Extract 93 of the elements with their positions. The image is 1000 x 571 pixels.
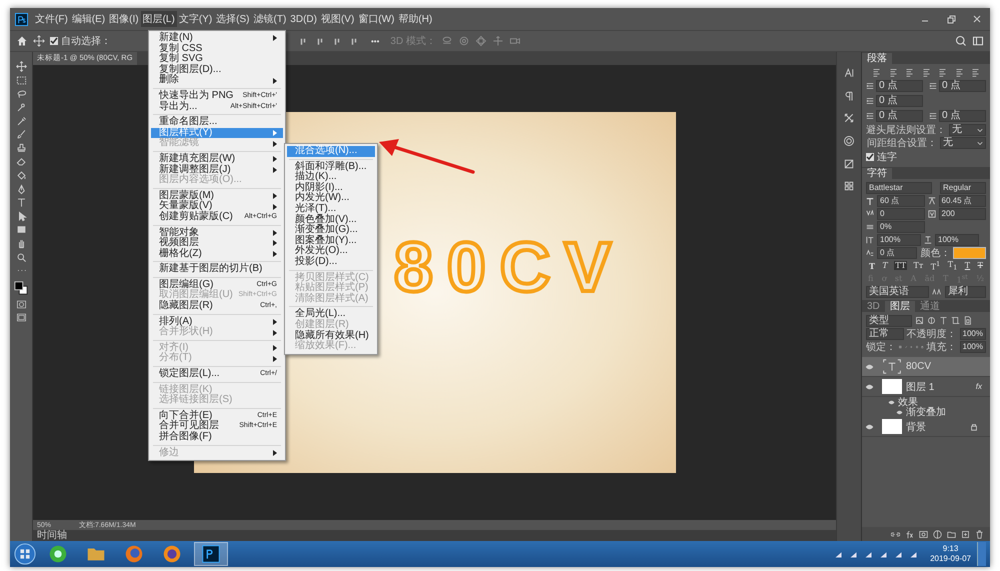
tsume-field[interactable]: 0% — [877, 220, 925, 232]
layer-row[interactable]: 80CV — [862, 357, 990, 377]
menu-item[interactable]: 视频图层 — [151, 238, 283, 249]
vertical-scale-field[interactable]: 100% — [877, 234, 921, 246]
menu-item[interactable]: 排列(A) — [151, 316, 283, 328]
menu-item[interactable]: 复制图层(D)... — [151, 64, 283, 76]
kerning-field[interactable]: 0 — [877, 208, 924, 220]
type-style-button[interactable]: T$_{1}$ — [946, 260, 958, 272]
panel-tab[interactable]: 图层 — [884, 301, 915, 312]
type-style-button[interactable]: T$^{1}$ — [930, 260, 942, 272]
indent-field[interactable]: 0 点 — [876, 80, 923, 92]
panel-tab[interactable]: 段落 — [862, 53, 892, 64]
auto-select-checkbox[interactable]: 自动选择： — [50, 34, 111, 48]
panel-tab[interactable]: 3D — [862, 301, 885, 312]
font-dropdown[interactable]: Battlestar — [866, 182, 932, 194]
effect-row[interactable]: 渐变叠加 — [862, 407, 990, 417]
indent-field[interactable]: 0 点 — [876, 110, 923, 122]
indent-field[interactable]: 0 点 — [939, 110, 986, 122]
color-label: 颜色： — [920, 246, 950, 260]
effects-label: 效果 — [898, 396, 918, 408]
canvas-text: 80CV — [394, 232, 626, 302]
type-style-button[interactable]: T — [976, 261, 984, 270]
menu-item[interactable]: 删除 — [151, 75, 283, 86]
menu-item[interactable]: 新建基于图层的切片(B) — [151, 264, 283, 275]
clock-date: 2019-09-07 — [930, 554, 971, 564]
language-dropdown[interactable]: 美国英语 — [866, 286, 930, 298]
lock-label: 锁定： — [866, 340, 896, 354]
type-style-button[interactable]: T — [868, 260, 876, 270]
menu-item[interactable]: 外发光(O)... — [287, 246, 375, 257]
panel-tab[interactable]: 字符 — [862, 168, 892, 179]
hyphenate-checkbox[interactable]: 连字 — [866, 150, 986, 164]
menu-item[interactable]: 新建(N) — [151, 33, 283, 44]
type-style-button[interactable]: T — [881, 261, 889, 270]
menu-item[interactable]: 栅格化(Z) — [151, 248, 283, 260]
menu-item[interactable]: 拼合图像(F) — [151, 432, 283, 443]
layer-name: 背景 — [906, 420, 926, 434]
menu-item[interactable]: 描边(K)... — [287, 172, 375, 183]
font-style-dropdown[interactable]: Regular — [940, 182, 986, 194]
menu-item[interactable]: 全局光(L)... — [287, 309, 375, 320]
effect-name: 渐变叠加 — [906, 406, 946, 419]
type-style-button[interactable]: T — [964, 261, 972, 270]
opacity-field[interactable]: 100% — [960, 328, 986, 340]
menu-item[interactable]: 复制 SVG — [151, 54, 283, 65]
layer-name: 80CV — [906, 361, 932, 372]
menu-item[interactable]: 光泽(T)... — [287, 204, 375, 215]
fill-label: 填充： — [926, 340, 956, 354]
tracking-field[interactable]: 200 — [938, 208, 986, 220]
clock-time: 9:13 — [942, 544, 958, 554]
indent-field[interactable]: 0 点 — [939, 80, 986, 92]
auto-select-label: 自动选择： — [61, 34, 111, 48]
setting-dropdown[interactable]: 无 — [940, 136, 986, 148]
layer-row[interactable]: 背景 — [862, 417, 990, 437]
setting-dropdown[interactable]: 无 — [949, 124, 986, 136]
menu-bar-item[interactable]: 帮助(H) — [396, 11, 434, 27]
menu-bar-item[interactable]: 编辑(E) — [70, 11, 108, 27]
menu-item[interactable]: 隐藏所有效果(H) — [287, 330, 375, 342]
menu-bar-item[interactable]: 窗口(W) — [356, 11, 396, 27]
menu-bar-item[interactable]: 3D(D) — [288, 12, 319, 26]
antialias-dropdown[interactable]: 犀利 — [944, 286, 986, 298]
menu-item[interactable]: 内发光(W)... — [287, 193, 375, 204]
fx-badge[interactable]: fx — [976, 382, 982, 391]
effects-row[interactable]: 效果 — [862, 397, 990, 407]
menu-bar-item[interactable]: 选择(S) — [214, 11, 252, 27]
layer-name: 图层 1 — [906, 380, 934, 394]
menu-bar-item[interactable]: 视图(V) — [318, 11, 356, 27]
type-style-button[interactable]: Tᴛ — [912, 261, 924, 270]
menu-item[interactable]: 投影(D)... — [287, 256, 375, 268]
menu-bar-item[interactable]: 滤镜(T) — [252, 11, 288, 27]
layer-filter-dropdown[interactable]: 类型 — [866, 314, 912, 326]
layer-row[interactable]: 图层 1 fx — [862, 377, 990, 397]
leading-field[interactable]: 60.45 点 — [938, 194, 986, 206]
menu-bar-item[interactable]: 文字(Y) — [176, 11, 214, 27]
menu-bar-item[interactable]: 图像(I) — [107, 11, 141, 27]
setting-label: 间距组合设置： — [867, 136, 937, 150]
type-style-button[interactable]: TT — [894, 261, 908, 270]
menu-item[interactable]: 矢量蒙版(V) — [151, 201, 283, 212]
blend-mode-dropdown[interactable]: 正常 — [866, 328, 904, 340]
menu-item[interactable]: 重命名图层... — [151, 117, 283, 128]
baseline-field[interactable]: 0 点 — [877, 246, 918, 258]
font-size-field[interactable]: 60 点 — [877, 194, 924, 206]
more-options-button[interactable]: ••• — [371, 36, 380, 46]
horizontal-scale-field[interactable]: 100% — [935, 234, 979, 246]
menu-item[interactable]: 新建填充图层(W) — [151, 154, 283, 165]
indent-field[interactable]: 0 点 — [876, 95, 923, 107]
timeline-tab[interactable]: 时间轴 — [37, 530, 67, 541]
panel-tab[interactable]: 通道 — [914, 301, 945, 312]
setting-label: 避头尾法则设置： — [866, 124, 946, 136]
menu-bar-item[interactable]: 图层(L) — [140, 11, 177, 27]
fill-field[interactable]: 100% — [960, 340, 986, 352]
hyphenate-label: 连字 — [877, 150, 897, 164]
opacity-label: 不透明度： — [906, 328, 957, 340]
menu-item[interactable]: 渐变叠加(G)... — [287, 225, 375, 236]
menu-bar-item[interactable]: 文件(F) — [33, 11, 70, 27]
